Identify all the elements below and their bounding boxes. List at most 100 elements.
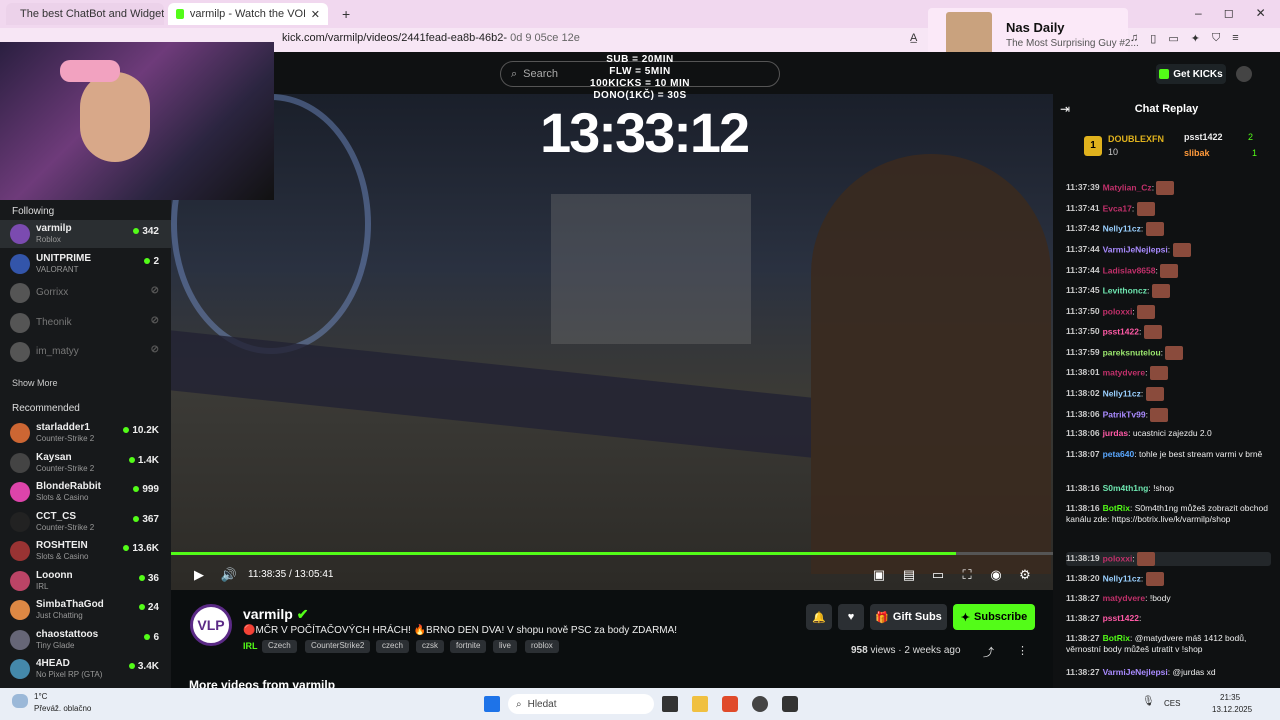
category-link[interactable]: IRL bbox=[243, 641, 258, 651]
pip-icon[interactable]: ▣ bbox=[869, 565, 889, 585]
collapse-chat-icon[interactable]: ⇥ bbox=[1060, 102, 1070, 116]
sidebar-channel-row[interactable]: UNITPRIME VALORANT 2 bbox=[0, 250, 171, 278]
sidebar-channel-row[interactable]: Looonn IRL 36 bbox=[0, 567, 171, 595]
tag-chip[interactable]: czsk bbox=[416, 640, 444, 653]
language-indicator[interactable]: CES bbox=[1164, 699, 1180, 708]
sidebar-channel-row[interactable]: ROSHTEIN Slots & Casino 13.6K bbox=[0, 537, 171, 565]
theater-icon[interactable]: ▭ bbox=[928, 565, 948, 585]
channel-category: Slots & Casino bbox=[36, 493, 89, 502]
chat-username[interactable]: S0m4th1ng bbox=[1103, 483, 1149, 493]
sidebar-icon[interactable]: ▯ bbox=[1150, 32, 1156, 45]
fullscreen-icon[interactable]: ⛶ bbox=[957, 565, 977, 585]
brave-browser-icon[interactable] bbox=[722, 696, 738, 712]
sidebar-channel-row[interactable]: starladder1 Counter-Strike 2 10.2K bbox=[0, 419, 171, 447]
chat-username[interactable]: Nelly11cz bbox=[1103, 223, 1141, 233]
chat-message: 11:37:50 poloxxi: bbox=[1066, 305, 1271, 319]
chat-username[interactable]: poloxxi bbox=[1103, 553, 1133, 563]
channel-avatar[interactable]: VLP bbox=[190, 604, 232, 646]
chat-username[interactable]: Ladislav8658 bbox=[1103, 265, 1156, 275]
chat-username[interactable]: Nelly11cz bbox=[1103, 388, 1141, 398]
start-windows-icon[interactable] bbox=[484, 696, 500, 712]
close-window-icon[interactable]: ✕ bbox=[1256, 6, 1266, 20]
tag-chip[interactable]: CounterStrike2 bbox=[305, 640, 371, 653]
play-icon[interactable]: ▶ bbox=[189, 565, 209, 585]
translate-icon[interactable]: A̲ bbox=[910, 32, 917, 45]
volume-icon[interactable]: 🔊 bbox=[219, 565, 239, 585]
tag-chip[interactable]: Czech bbox=[262, 640, 297, 653]
chat-username[interactable]: BotRix bbox=[1103, 633, 1130, 643]
tag-chip[interactable]: live bbox=[493, 640, 518, 653]
sidebar-channel-row[interactable]: Gorrixx ⊘ bbox=[0, 279, 171, 307]
speed-icon[interactable]: ◉ bbox=[986, 565, 1006, 585]
notify-bell-icon[interactable]: 🔔 bbox=[806, 604, 832, 630]
minimize-icon[interactable]: – bbox=[1195, 6, 1202, 20]
menu-icon[interactable]: ≡ bbox=[1232, 32, 1238, 45]
mini-player-icon[interactable]: ▤ bbox=[899, 565, 919, 585]
channel-name[interactable]: varmilp ✔ bbox=[243, 606, 308, 623]
get-kicks-button[interactable]: Get KICKs bbox=[1156, 64, 1226, 84]
sidebar-channel-row[interactable]: Kaysan Counter-Strike 2 1.4K bbox=[0, 449, 171, 477]
clock-time[interactable]: 21:35 bbox=[1220, 693, 1240, 702]
chat-username[interactable]: Evca17 bbox=[1103, 203, 1132, 213]
task-view-icon[interactable] bbox=[662, 696, 678, 712]
maximize-icon[interactable]: ◻ bbox=[1224, 6, 1234, 20]
chat-username[interactable]: VarmiJeNejlepsi bbox=[1103, 244, 1168, 254]
file-explorer-icon[interactable] bbox=[692, 696, 708, 712]
sidebar-channel-row[interactable]: 4HEAD No Pixel RP (GTA) 3.4K bbox=[0, 655, 171, 683]
taskbar-search[interactable]: ⌕ Hledat bbox=[508, 694, 654, 714]
sidebar-channel-row[interactable]: varmilp Roblox 342 bbox=[0, 220, 171, 248]
chat-username[interactable]: jurdas bbox=[1103, 428, 1129, 438]
app-icon[interactable] bbox=[782, 696, 798, 712]
ai-icon[interactable]: ✦ bbox=[1191, 32, 1200, 45]
tag-chip[interactable]: fortnite bbox=[450, 640, 487, 653]
sidebar-channel-row[interactable]: im_matyy ⊘ bbox=[0, 338, 171, 366]
chat-timestamp: 11:37:45 bbox=[1066, 285, 1100, 296]
microphone-icon[interactable]: 🎙 bbox=[1142, 696, 1155, 707]
url-field[interactable]: kick.com/varmilp/videos/2441fead-ea8b-46… bbox=[282, 32, 580, 44]
chat-username[interactable]: Nelly11cz bbox=[1103, 573, 1141, 583]
chat-username[interactable]: VarmiJeNejlepsi bbox=[1103, 667, 1168, 677]
chat-username[interactable]: psst1422 bbox=[1103, 613, 1139, 623]
obs-icon[interactable] bbox=[752, 696, 768, 712]
wallet-icon[interactable]: ▭ bbox=[1168, 32, 1178, 45]
settings-gear-icon[interactable]: ⚙ bbox=[1015, 565, 1035, 585]
sidebar-channel-row[interactable]: CCT_CS Counter-Strike 2 367 bbox=[0, 508, 171, 536]
sidebar-channel-row[interactable]: BlondeRabbit Slots & Casino 999 bbox=[0, 478, 171, 506]
streamer-cap bbox=[60, 60, 120, 82]
new-tab-button[interactable]: + bbox=[334, 3, 352, 25]
show-more-link[interactable]: Show More bbox=[0, 378, 58, 388]
close-tab-icon[interactable]: ✕ bbox=[311, 8, 320, 21]
chat-username[interactable]: Matylian_Cz bbox=[1103, 182, 1152, 192]
shield-icon[interactable]: ⛉ bbox=[1212, 32, 1220, 45]
sidebar-channel-row[interactable]: Theonik ⊘ bbox=[0, 309, 171, 337]
gift-subs-button[interactable]: 🎁 Gift Subs bbox=[870, 604, 947, 630]
chat-username[interactable]: BotRix bbox=[1103, 503, 1130, 513]
tag-chip[interactable]: czech bbox=[376, 640, 409, 653]
media-subtitle: The Most Surprising Guy #2... bbox=[1006, 38, 1139, 49]
chat-username[interactable]: pareksnutelou bbox=[1103, 347, 1161, 357]
channel-category: No Pixel RP (GTA) bbox=[36, 670, 103, 679]
channel-avatar bbox=[10, 452, 30, 473]
more-options-icon[interactable]: ⋮ bbox=[1017, 644, 1028, 657]
chat-username[interactable]: psst1422 bbox=[1103, 326, 1139, 336]
browser-tab-kick[interactable]: varmilp - Watch the VOD on K ✕ bbox=[168, 3, 328, 25]
chat-username[interactable]: Levithoncz bbox=[1103, 285, 1147, 295]
chat-username[interactable]: PatrikTv99 bbox=[1103, 409, 1146, 419]
follow-heart-icon[interactable]: ♥ bbox=[838, 604, 864, 630]
chat-username[interactable]: matydvere bbox=[1103, 593, 1146, 603]
tag-chip[interactable]: roblox bbox=[525, 640, 559, 653]
clock-date[interactable]: 13.12.2025 bbox=[1212, 705, 1252, 714]
share-icon[interactable]: ⤴ bbox=[983, 644, 994, 660]
channel-avatar bbox=[10, 423, 30, 443]
sidebar-channel-row[interactable]: chaostattoos Tiny Glade 6 bbox=[0, 626, 171, 654]
chat-username[interactable]: peta640 bbox=[1103, 449, 1135, 459]
chat-username[interactable]: matydvere bbox=[1103, 367, 1146, 377]
channel-name: Theonik bbox=[36, 316, 72, 328]
sidebar-channel-row[interactable]: SimbaThaGod Just Chatting 24 bbox=[0, 596, 171, 624]
subscribe-button[interactable]: ✦ Subscribe bbox=[953, 604, 1035, 630]
chat-message: 11:38:02 Nelly11cz: bbox=[1066, 387, 1271, 401]
chat-username[interactable]: poloxxi bbox=[1103, 306, 1133, 316]
live-dot-icon bbox=[144, 633, 151, 640]
user-avatar[interactable] bbox=[1236, 66, 1252, 82]
browser-tab-botrix[interactable]: The best ChatBot and Widgets for Ki bbox=[6, 3, 164, 25]
